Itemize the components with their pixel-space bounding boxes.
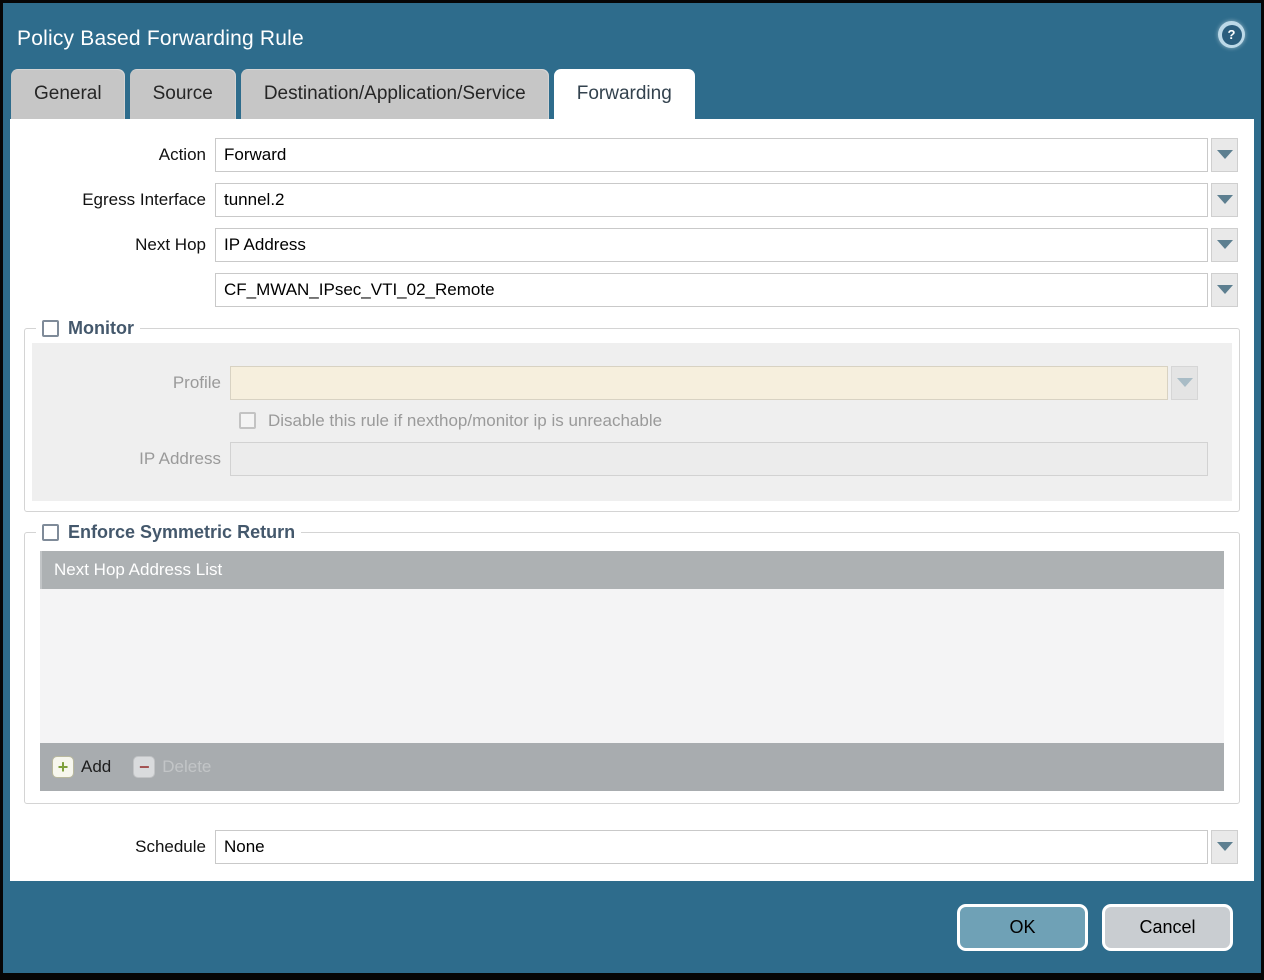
next-hop-label: Next Hop bbox=[10, 235, 215, 255]
disable-rule-label: Disable this rule if nexthop/monitor ip … bbox=[268, 411, 662, 431]
add-plus-icon: + bbox=[52, 756, 74, 778]
next-hop-address-row bbox=[10, 273, 1238, 307]
dialog-title: Policy Based Forwarding Rule bbox=[17, 27, 304, 51]
enforce-symmetric-return-legend-label: Enforce Symmetric Return bbox=[68, 522, 295, 543]
next-hop-address-combo bbox=[215, 273, 1238, 307]
enforce-symmetric-return-legend: Enforce Symmetric Return bbox=[36, 522, 301, 543]
next-hop-address-dropdown-button[interactable] bbox=[1211, 273, 1238, 307]
next-hop-combo bbox=[215, 228, 1238, 262]
egress-interface-dropdown-button[interactable] bbox=[1211, 183, 1238, 217]
chevron-down-icon bbox=[1217, 240, 1233, 249]
next-hop-dropdown-button[interactable] bbox=[1211, 228, 1238, 262]
next-hop-address-table: Next Hop Address List + Add − Delete bbox=[40, 551, 1224, 791]
table-header-next-hop-address-list: Next Hop Address List bbox=[40, 551, 1224, 589]
schedule-combo bbox=[215, 830, 1238, 864]
monitor-ip-address-input bbox=[230, 442, 1208, 476]
profile-input bbox=[230, 366, 1168, 400]
delete-button-label: Delete bbox=[162, 757, 211, 777]
add-button[interactable]: + Add bbox=[52, 756, 111, 778]
forwarding-panel: Action Egress Interface Next Hop bbox=[10, 119, 1254, 882]
egress-interface-combo bbox=[215, 183, 1238, 217]
question-mark-glyph: ? bbox=[1222, 25, 1242, 45]
action-label: Action bbox=[10, 145, 215, 165]
cancel-button[interactable]: Cancel bbox=[1102, 904, 1233, 951]
plus-glyph: + bbox=[58, 758, 69, 776]
ok-button[interactable]: OK bbox=[957, 904, 1088, 951]
tab-forwarding[interactable]: Forwarding bbox=[554, 69, 695, 119]
delete-button: − Delete bbox=[133, 756, 211, 778]
table-body-empty[interactable] bbox=[40, 589, 1224, 743]
monitor-legend-label: Monitor bbox=[68, 318, 134, 339]
monitor-ip-address-label: IP Address bbox=[40, 449, 230, 469]
enforce-symmetric-return-section: Enforce Symmetric Return Next Hop Addres… bbox=[24, 522, 1240, 804]
chevron-down-icon bbox=[1217, 285, 1233, 294]
action-combo bbox=[215, 138, 1238, 172]
profile-dropdown-button bbox=[1171, 366, 1198, 400]
tab-bar: General Source Destination/Application/S… bbox=[3, 67, 1261, 119]
add-button-label: Add bbox=[81, 757, 111, 777]
monitor-checkbox[interactable] bbox=[42, 320, 59, 337]
next-hop-type-input[interactable] bbox=[215, 228, 1208, 262]
minus-glyph: − bbox=[139, 758, 150, 776]
chevron-down-icon bbox=[1217, 150, 1233, 159]
egress-interface-row: Egress Interface bbox=[10, 183, 1238, 217]
help-icon[interactable]: ? bbox=[1218, 21, 1245, 48]
profile-row: Profile bbox=[40, 366, 1208, 400]
next-hop-row: Next Hop bbox=[10, 228, 1238, 262]
monitor-ip-address-row: IP Address bbox=[40, 442, 1208, 476]
egress-interface-label: Egress Interface bbox=[10, 190, 215, 210]
schedule-input[interactable] bbox=[215, 830, 1208, 864]
schedule-label: Schedule bbox=[10, 837, 215, 857]
egress-interface-input[interactable] bbox=[215, 183, 1208, 217]
profile-label: Profile bbox=[40, 373, 230, 393]
chevron-down-icon bbox=[1177, 378, 1193, 387]
dialog-footer: OK Cancel bbox=[3, 881, 1261, 973]
tab-source[interactable]: Source bbox=[130, 69, 236, 119]
chevron-down-icon bbox=[1217, 195, 1233, 204]
monitor-section: Monitor Profile Disable this rule if nex… bbox=[24, 318, 1240, 512]
schedule-dropdown-button[interactable] bbox=[1211, 830, 1238, 864]
tab-destination-application-service[interactable]: Destination/Application/Service bbox=[241, 69, 549, 119]
disable-rule-checkbox bbox=[239, 412, 256, 429]
disable-rule-row: Disable this rule if nexthop/monitor ip … bbox=[239, 411, 1208, 431]
schedule-row: Schedule bbox=[10, 830, 1238, 864]
next-hop-address-input[interactable] bbox=[215, 273, 1208, 307]
action-row: Action bbox=[10, 138, 1238, 172]
profile-combo bbox=[230, 366, 1198, 400]
chevron-down-icon bbox=[1217, 842, 1233, 851]
dialog-titlebar: Policy Based Forwarding Rule ? bbox=[3, 3, 1261, 67]
pbf-rule-dialog: Policy Based Forwarding Rule ? General S… bbox=[0, 0, 1264, 980]
monitor-disabled-panel: Profile Disable this rule if nexthop/mon… bbox=[32, 343, 1232, 501]
tab-general[interactable]: General bbox=[11, 69, 125, 119]
action-dropdown-button[interactable] bbox=[1211, 138, 1238, 172]
delete-minus-icon: − bbox=[133, 756, 155, 778]
action-input[interactable] bbox=[215, 138, 1208, 172]
table-toolbar: + Add − Delete bbox=[40, 743, 1224, 791]
monitor-legend: Monitor bbox=[36, 318, 140, 339]
enforce-symmetric-return-checkbox[interactable] bbox=[42, 524, 59, 541]
